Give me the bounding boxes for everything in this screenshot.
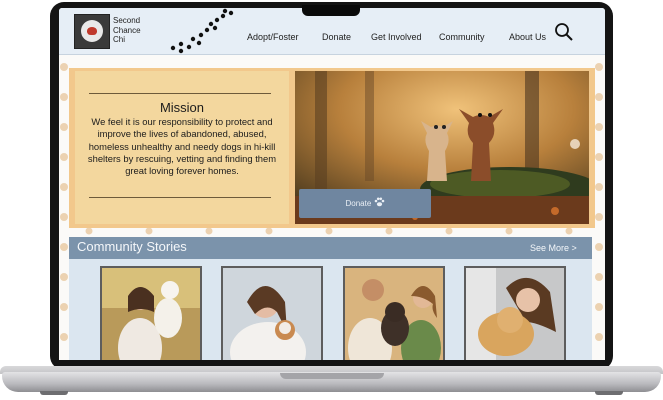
website-screen: Second Chance Chi Adopt/Foster Donate Ge… xyxy=(59,8,605,360)
mission-divider-bottom xyxy=(89,197,271,198)
search-icon[interactable] xyxy=(554,22,574,42)
hero-donate-button[interactable]: Donate xyxy=(299,189,431,218)
mission-text: We feel it is our responsibility to prot… xyxy=(87,116,277,177)
paw-icon xyxy=(374,197,384,207)
camera-notch xyxy=(302,5,360,16)
brand-name[interactable]: Second Chance Chi xyxy=(113,16,173,45)
mission-title: Mission xyxy=(159,100,205,115)
nav-adopt-foster[interactable]: Adopt/Foster xyxy=(247,32,299,42)
mission-divider-top xyxy=(89,93,271,94)
dog-logo-icon xyxy=(81,20,103,42)
story-card[interactable] xyxy=(464,266,566,360)
story-card[interactable] xyxy=(343,266,445,360)
community-stories-title: Community Stories xyxy=(77,239,187,254)
nav-get-involved[interactable]: Get Involved xyxy=(371,32,422,42)
laptop-foot xyxy=(40,391,68,395)
laptop-opening-notch xyxy=(280,373,384,379)
laptop-foot xyxy=(595,391,623,395)
see-more-link[interactable]: See More > xyxy=(530,243,577,253)
paw-prints-icon xyxy=(170,8,234,54)
nav-community[interactable]: Community xyxy=(439,32,485,42)
nav-donate[interactable]: Donate xyxy=(322,32,351,42)
story-card[interactable] xyxy=(100,266,202,360)
story-card[interactable] xyxy=(221,266,323,360)
logo[interactable] xyxy=(74,14,110,49)
nav-about-us[interactable]: About Us xyxy=(509,32,546,42)
